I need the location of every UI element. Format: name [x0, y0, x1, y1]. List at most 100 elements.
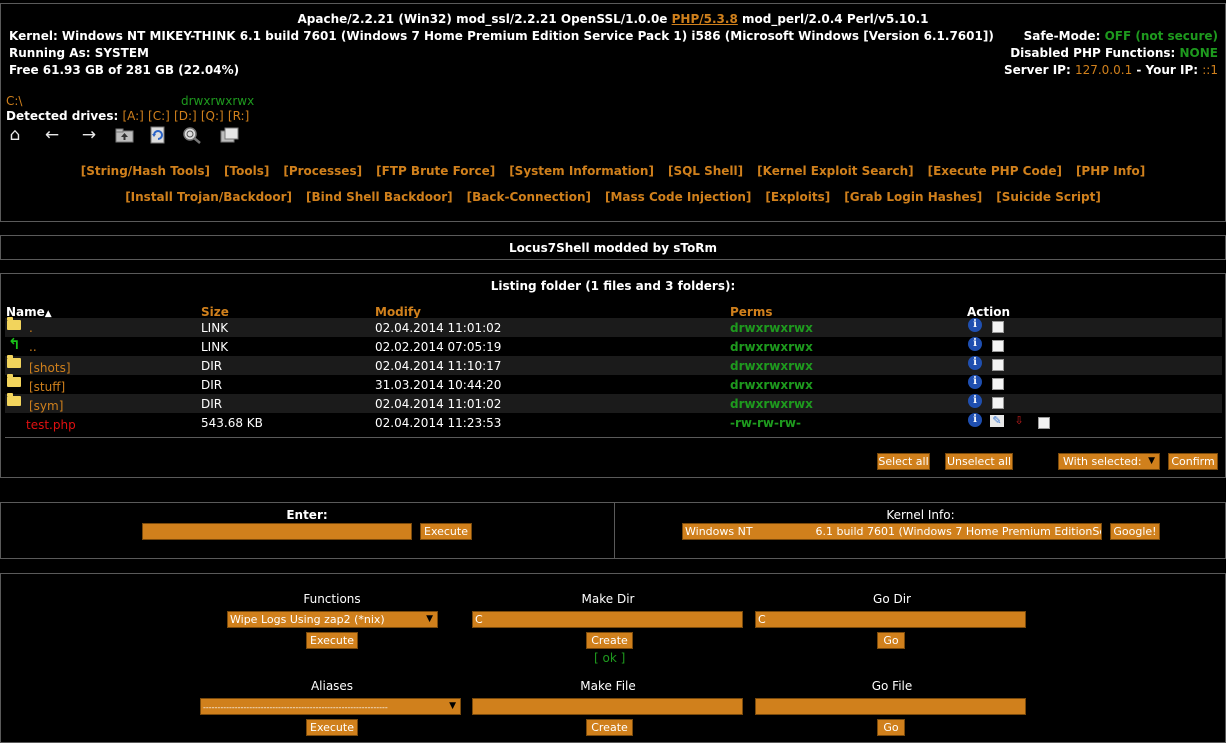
server-software: Apache/2.2.21 (Win32) mod_ssl/2.2.21 Ope…: [297, 12, 672, 26]
with-selected-select[interactable]: With selected: ▼: [1058, 453, 1160, 470]
safe-mode-value: OFF (not secure): [1104, 29, 1218, 43]
menu-execute-php-code[interactable]: [Execute PHP Code]: [928, 164, 1062, 178]
refresh-icon[interactable]: [148, 125, 168, 145]
folder-icon: [7, 317, 21, 330]
info-icon[interactable]: i: [968, 318, 982, 332]
google-button[interactable]: Google!: [1110, 523, 1160, 540]
file-perms[interactable]: drwxrwxrwx: [730, 378, 813, 392]
make-dir-create-button[interactable]: Create: [586, 632, 633, 649]
column-header-size[interactable]: Size: [201, 305, 229, 319]
file-perms[interactable]: drwxrwxrwx: [730, 321, 813, 335]
row-checkbox[interactable]: [1038, 417, 1050, 429]
confirm-button[interactable]: Confirm: [1168, 453, 1218, 470]
menu-sql-shell[interactable]: [SQL Shell]: [668, 164, 743, 178]
functions-select[interactable]: Wipe Logs Using zap2 (*nix) ▼: [227, 611, 438, 628]
menu-tools[interactable]: [Tools]: [224, 164, 269, 178]
back-arrow-icon[interactable]: ←: [42, 125, 62, 145]
menu-exploits[interactable]: [Exploits]: [765, 190, 830, 204]
enter-execute-button[interactable]: Execute: [420, 523, 472, 540]
aliases-label: Aliases: [310, 679, 354, 693]
buffer-icon[interactable]: [219, 125, 239, 145]
server-modules: mod_perl/2.0.4 Perl/v5.10.1: [737, 12, 929, 26]
go-dir-button[interactable]: Go: [877, 632, 905, 649]
parent-folder-icon: ↰: [8, 335, 21, 353]
kernel-info-input[interactable]: Windows NT 6.1 build 7601 (Windows 7 Hom…: [682, 523, 1102, 540]
select-all-button[interactable]: Select all: [877, 453, 930, 470]
make-dir-input[interactable]: C: [472, 611, 743, 628]
aliases-select[interactable]: ----------------------------------------…: [200, 698, 461, 715]
kernel-info-label: Kernel Info:: [886, 508, 955, 522]
menu-back-connection[interactable]: [Back-Connection]: [467, 190, 591, 204]
file-modified: 02.04.2014 11:10:17: [375, 359, 502, 373]
go-file-input[interactable]: [755, 698, 1026, 715]
disabled-functions: Disabled PHP Functions: NONE: [1010, 46, 1218, 60]
menu-grab-login-hashes[interactable]: [Grab Login Hashes]: [844, 190, 982, 204]
go-dir-input[interactable]: C: [755, 611, 1026, 628]
unselect-all-button[interactable]: Unselect all: [945, 453, 1013, 470]
info-icon[interactable]: i: [968, 375, 982, 389]
current-path[interactable]: C:\: [6, 94, 22, 108]
drive-q[interactable]: [Q:]: [201, 109, 224, 123]
menu-kernel-exploit-search[interactable]: [Kernel Exploit Search]: [757, 164, 913, 178]
file-size: 543.68 KB: [201, 416, 263, 430]
menu-ftp-brute-force[interactable]: [FTP Brute Force]: [376, 164, 495, 178]
table-row: [sym] DIR 02.04.2014 11:01:02 drwxrwxrwx…: [5, 393, 1222, 413]
download-icon[interactable]: ⇩: [1012, 415, 1026, 427]
home-icon[interactable]: ⌂: [5, 125, 25, 145]
file-name[interactable]: [stuff]: [29, 380, 65, 394]
menu-system-information[interactable]: [System Information]: [509, 164, 654, 178]
listing-divider: [5, 437, 1222, 438]
edit-icon[interactable]: ✎: [990, 415, 1004, 427]
row-checkbox[interactable]: [992, 340, 1004, 352]
make-file-create-button[interactable]: Create: [586, 719, 633, 736]
drive-a[interactable]: [A:]: [122, 109, 143, 123]
file-name[interactable]: test.php: [26, 418, 76, 432]
folder-icon: [7, 374, 21, 387]
aliases-execute-button[interactable]: Execute: [306, 719, 358, 736]
column-header-perms[interactable]: Perms: [730, 305, 773, 319]
current-path-perms: drwxrwxrwx: [181, 94, 255, 108]
safe-mode-status: Safe-Mode: OFF (not secure): [1023, 29, 1218, 43]
menu-php-info[interactable]: [PHP Info]: [1076, 164, 1145, 178]
menu-suicide-script[interactable]: [Suicide Script]: [996, 190, 1101, 204]
file-name[interactable]: [sym]: [29, 399, 63, 413]
menu-install-trojan-backdoor[interactable]: [Install Trojan/Backdoor]: [125, 190, 292, 204]
php-version-link[interactable]: PHP/5.3.8: [672, 12, 738, 26]
drive-c[interactable]: [C:]: [148, 109, 170, 123]
file-name[interactable]: ..: [29, 340, 37, 354]
functions-execute-button[interactable]: Execute: [306, 632, 358, 649]
file-perms[interactable]: drwxrwxrwx: [730, 397, 813, 411]
file-perms[interactable]: -rw-rw-rw-: [730, 416, 801, 430]
file-perms[interactable]: drwxrwxrwx: [730, 359, 813, 373]
row-checkbox[interactable]: [992, 397, 1004, 409]
kernel-line: Kernel: Windows NT MIKEY-THINK 6.1 build…: [9, 29, 994, 43]
menu-string-hash-tools[interactable]: [String/Hash Tools]: [81, 164, 210, 178]
info-icon[interactable]: i: [968, 413, 982, 427]
file-modified: 02.04.2014 11:01:02: [375, 397, 502, 411]
row-checkbox[interactable]: [992, 359, 1004, 371]
drive-r[interactable]: [R:]: [228, 109, 249, 123]
listing-title: Listing folder (1 files and 3 folders):: [490, 279, 736, 293]
server-info-line: Apache/2.2.21 (Win32) mod_ssl/2.2.21 Ope…: [0, 12, 1226, 26]
info-icon[interactable]: i: [968, 337, 982, 351]
make-file-input[interactable]: [472, 698, 743, 715]
file-name[interactable]: [shots]: [29, 361, 71, 375]
go-file-button[interactable]: Go: [877, 719, 905, 736]
enter-command-input[interactable]: [142, 523, 412, 540]
info-icon[interactable]: i: [968, 394, 982, 408]
search-icon[interactable]: [182, 125, 202, 145]
row-checkbox[interactable]: [992, 321, 1004, 333]
column-header-modify[interactable]: Modify: [375, 305, 421, 319]
menu-mass-code-injection[interactable]: [Mass Code Injection]: [605, 190, 751, 204]
row-checkbox[interactable]: [992, 378, 1004, 390]
menu-processes[interactable]: [Processes]: [283, 164, 362, 178]
dropdown-arrow-icon: ▼: [426, 614, 433, 624]
shell-title: Locus7Shell modded by sToRm: [509, 241, 717, 255]
file-perms[interactable]: drwxrwxrwx: [730, 340, 813, 354]
menu-bind-shell-backdoor[interactable]: [Bind Shell Backdoor]: [306, 190, 453, 204]
drive-d[interactable]: [D:]: [174, 109, 197, 123]
file-name[interactable]: .: [29, 321, 33, 335]
forward-arrow-icon[interactable]: →: [79, 125, 99, 145]
up-folder-icon[interactable]: [114, 125, 134, 145]
info-icon[interactable]: i: [968, 356, 982, 370]
